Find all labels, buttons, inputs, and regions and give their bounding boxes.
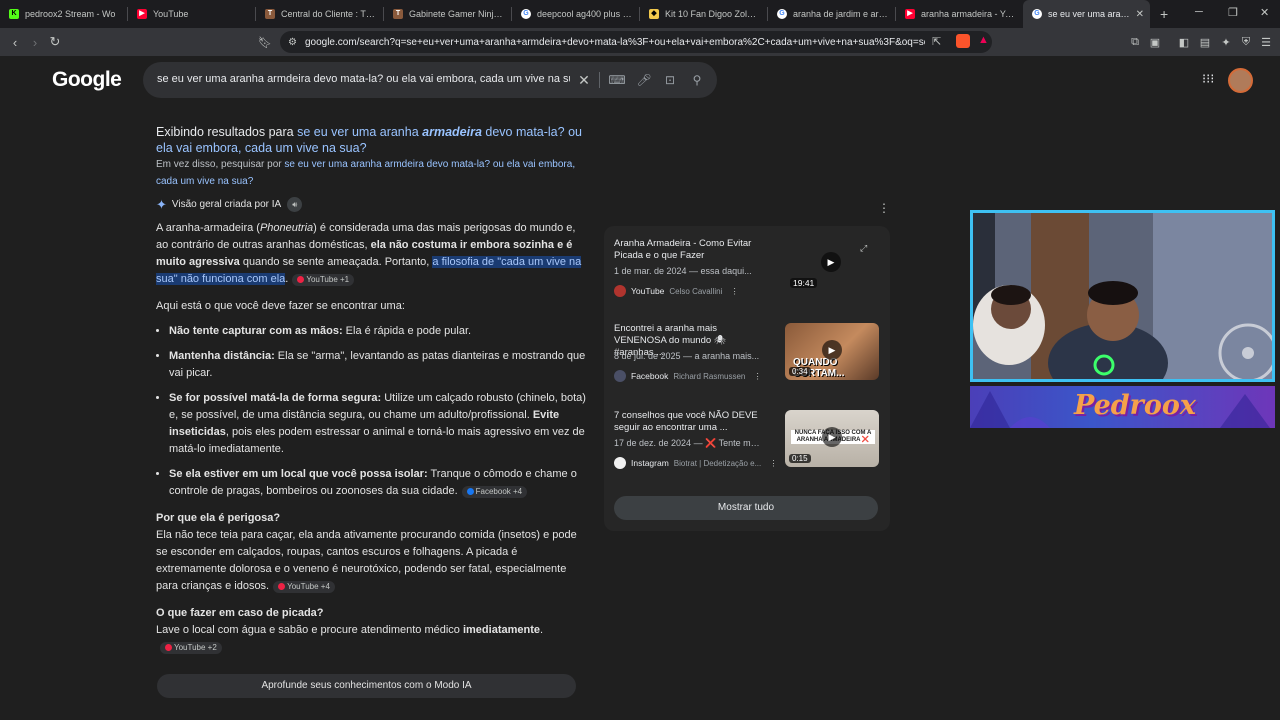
ai-mode-button[interactable]: Aprofunde seus conhecimentos com o Modo …: [157, 674, 576, 698]
more-options-icon[interactable]: ⋮: [753, 371, 762, 382]
showing-results-for: Exibindo resultados para se eu ver uma a…: [156, 125, 582, 155]
clear-search-icon[interactable]: ✕: [575, 71, 593, 89]
google-icon: G: [521, 9, 531, 19]
store-icon: ◆: [649, 9, 659, 19]
ai-sparkle-icon: ✦: [156, 196, 167, 212]
tab-youtube[interactable]: ▶ YouTube: [128, 0, 255, 28]
google-icon: G: [777, 9, 787, 19]
brave-shield-icon[interactable]: [956, 34, 970, 48]
close-window-button[interactable]: ✕: [1260, 6, 1269, 19]
video-result[interactable]: Encontrei a aranha mais VENENOSA do mund…: [614, 323, 879, 403]
source-chip-youtube[interactable]: YouTube +4: [273, 581, 335, 593]
search-input[interactable]: se eu ver uma aranha armdeira devo mata-…: [157, 73, 570, 85]
video-thumbnail[interactable]: QUANDO CORTAM... ▶ 0:34: [785, 323, 879, 380]
tab-kick[interactable]: Kpedroox2 Stream - Wo: [0, 0, 127, 28]
reload-button[interactable]: ↻: [44, 31, 66, 53]
section-heading: O que fazer em caso de picada?: [156, 607, 324, 619]
facebook-icon: [614, 370, 626, 382]
url-text[interactable]: google.com/search?q=se+eu+ver+uma+aranha…: [305, 37, 925, 48]
forward-button[interactable]: ›: [24, 31, 46, 53]
more-options-icon[interactable]: ⋮: [769, 458, 778, 469]
back-button[interactable]: ‹: [4, 31, 26, 53]
sidebar-icon[interactable]: ◧: [1173, 31, 1195, 53]
keyboard-icon[interactable]: ⌨: [608, 71, 626, 89]
wallet-icon[interactable]: ▤: [1194, 31, 1216, 53]
address-bar[interactable]: ⚙ google.com/search?q=se+eu+ver+uma+aran…: [280, 31, 992, 53]
search-results-page: Google se eu ver uma aranha armdeira dev…: [0, 56, 1280, 720]
bite-paragraph: Lave o local com água e sabão e procure …: [156, 624, 544, 654]
play-icon[interactable]: ▶: [821, 252, 841, 272]
tab-aranha-jardim[interactable]: Garanha de jardim e armad: [768, 0, 895, 28]
more-options-icon[interactable]: ⋮: [878, 201, 890, 215]
leo-ai-icon[interactable]: ✦: [1215, 31, 1237, 53]
play-icon[interactable]: ▶: [822, 340, 842, 360]
ai-overview-header: ✦ Visão geral criada por IA 🔊︎: [156, 194, 586, 214]
avatar[interactable]: [1228, 68, 1253, 93]
search-icon[interactable]: ⚲: [688, 71, 706, 89]
section-heading: Por que ela é perigosa?: [156, 512, 281, 524]
maximize-button[interactable]: ❐: [1228, 6, 1238, 19]
terabyte-icon: T: [393, 9, 403, 19]
tab-strip: Kpedroox2 Stream - Wo ▶ YouTube T Central …: [0, 0, 1280, 28]
search-instead: Em vez disso, pesquisar por se eu ver um…: [156, 159, 576, 187]
source-chip-facebook[interactable]: Facebook +4: [461, 486, 528, 498]
youtube-icon: ▶: [905, 9, 915, 19]
ai-overview-title: Visão geral criada por IA: [171, 198, 282, 210]
google-logo[interactable]: Google: [52, 68, 122, 92]
close-tab-icon[interactable]: ✕: [1136, 9, 1144, 20]
brave-rewards-icon[interactable]: ▲: [978, 34, 989, 46]
streamer-logo: Pedroox: [1074, 390, 1196, 421]
vpn-icon[interactable]: ⛨: [1235, 31, 1257, 53]
stream-banner: Pedroox: [970, 386, 1275, 428]
youtube-icon: [614, 285, 626, 297]
lens-search-icon[interactable]: ⊡: [661, 71, 679, 89]
source-chip-youtube[interactable]: YouTube +1: [292, 274, 355, 286]
video-results-panel: ⤢ Aranha Armadeira - Como Evitar Picada …: [604, 226, 890, 531]
menu-icon[interactable]: ☰: [1255, 31, 1277, 53]
tab-deepcool[interactable]: Gdeepcool ag400 plus - Pe: [512, 0, 639, 28]
webcam-overlay: [970, 210, 1275, 382]
tips-list: Não tente capturar com as mãos: Ela é rá…: [156, 323, 586, 500]
ai-intro: Aqui está o que você deve fazer se encon…: [156, 300, 405, 312]
list-item: Se for possível matá-la de forma segura:…: [169, 390, 586, 458]
source-chip-youtube[interactable]: YouTube +2: [160, 642, 222, 654]
new-tab-button[interactable]: +: [1160, 6, 1168, 22]
ai-paragraph-1: A aranha-armadeira (Phoneutria) é consid…: [156, 222, 582, 286]
why-paragraph: Ela não tece teia para caçar, ela anda a…: [156, 529, 577, 593]
play-icon[interactable]: ▶: [822, 427, 842, 447]
kick-icon: K: [9, 9, 19, 19]
search-box[interactable]: se eu ver uma aranha armdeira devo mata-…: [143, 62, 717, 98]
tab-active-search[interactable]: Gse eu ver uma aranha ✕: [1023, 0, 1150, 28]
video-result[interactable]: Aranha Armadeira - Como Evitar Picada e …: [614, 238, 879, 318]
bookmark-icon[interactable]: 🔖︎: [254, 31, 276, 53]
webcam-feed: [973, 213, 1272, 379]
tab-aranha-youtube[interactable]: ▶ aranha armadeira - YouTu: [896, 0, 1023, 28]
extensions-icon[interactable]: ⧉: [1124, 31, 1146, 53]
youtube-icon: ▶: [137, 9, 147, 19]
list-item: Não tente capturar com as mãos: Ela é rá…: [169, 323, 586, 340]
ai-overview: Exibindo resultados para se eu ver uma a…: [156, 124, 586, 656]
tab-kit-fan[interactable]: ◆ Kit 10 Fan Digoo Zoloe Ar: [640, 0, 767, 28]
browser-toolbar: ‹ › ↻ 🔖︎ ⚙ google.com/search?q=se+eu+ver…: [0, 28, 1280, 56]
list-item: Se ela estiver em um local que você poss…: [169, 466, 586, 500]
tab-gabinete[interactable]: TGabinete Gamer Ninja Ryo: [384, 0, 511, 28]
video-thumbnail[interactable]: NUNCA FAÇA ISSO COM A ARANHA ARMADEIRA ❌…: [785, 410, 879, 467]
apps-grid-icon[interactable]: ⁝⁝⁝: [1202, 71, 1218, 87]
listen-icon[interactable]: 🔊︎: [287, 196, 303, 212]
more-options-icon[interactable]: ⋮: [730, 286, 739, 297]
screenshot-icon[interactable]: ▣: [1144, 31, 1166, 53]
instagram-icon: [614, 457, 626, 469]
share-icon[interactable]: ⇱: [932, 35, 941, 48]
voice-search-icon[interactable]: 🎤︎: [635, 71, 653, 89]
terabyte-icon: T: [265, 9, 275, 19]
site-info-icon[interactable]: ⚙: [288, 37, 297, 48]
video-result[interactable]: 7 conselhos que você NÃO DEVE seguir ao …: [614, 410, 879, 490]
minimize-button[interactable]: ─: [1195, 6, 1203, 18]
tab-terabyte-central[interactable]: TCentral do Cliente : TERAB: [256, 0, 383, 28]
show-all-button[interactable]: Mostrar tudo: [614, 496, 878, 520]
google-icon: G: [1032, 9, 1042, 19]
list-item: Mantenha distância: Ela se "arma", levan…: [169, 348, 586, 382]
